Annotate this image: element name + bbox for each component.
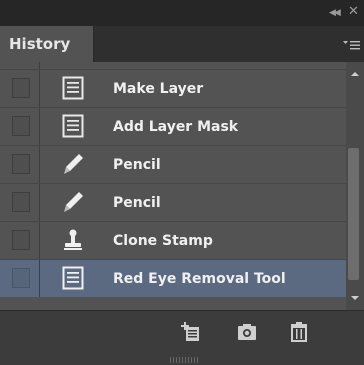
row-divider xyxy=(39,222,40,259)
history-item-label: Clone Stamp xyxy=(113,233,213,249)
resize-grip[interactable] xyxy=(170,357,198,363)
panel-menu-icon[interactable] xyxy=(343,40,361,50)
panel-footer xyxy=(0,310,364,365)
clone-stamp-icon xyxy=(64,229,82,250)
history-item[interactable]: Pencil xyxy=(0,183,346,221)
row-divider xyxy=(39,146,40,183)
row-divider xyxy=(39,108,40,145)
history-item-label: Pencil xyxy=(113,157,161,173)
history-list: Make Layer Add Layer Mask Pencil Pencil xyxy=(0,62,346,310)
history-item[interactable]: Pencil xyxy=(0,145,346,183)
panel-titlebar: ◀◀ ✕ xyxy=(0,0,364,26)
history-item-label: Add Layer Mask xyxy=(113,119,239,135)
document-icon xyxy=(62,114,84,138)
snapshot-source-checkbox[interactable] xyxy=(12,154,30,174)
snapshot-source-checkbox[interactable] xyxy=(12,268,30,288)
row-divider xyxy=(39,62,40,69)
history-item[interactable]: Clone Stamp xyxy=(0,221,346,259)
tab-history[interactable]: History xyxy=(0,26,94,62)
tab-bar: History xyxy=(0,26,364,63)
snapshot-source-checkbox[interactable] xyxy=(12,230,30,250)
pencil-icon xyxy=(64,154,83,174)
camera-icon[interactable] xyxy=(236,321,258,343)
row-divider xyxy=(39,70,40,107)
snapshot-source-checkbox[interactable] xyxy=(12,192,30,212)
document-icon xyxy=(62,76,84,100)
document-icon xyxy=(62,266,84,290)
history-item[interactable]: Make Layer xyxy=(0,69,346,107)
snapshot-source-checkbox[interactable] xyxy=(12,78,30,98)
history-item[interactable] xyxy=(0,62,346,69)
snapshot-source-checkbox[interactable] xyxy=(12,116,30,136)
scroll-down-arrow-icon[interactable] xyxy=(351,296,359,300)
double-chevron-left-icon[interactable]: ◀◀ xyxy=(329,7,343,19)
history-item[interactable]: Add Layer Mask xyxy=(0,107,346,145)
history-item-selected[interactable]: Red Eye Removal Tool xyxy=(0,259,346,297)
new-document-from-state-button[interactable] xyxy=(180,321,202,343)
history-item-label: Pencil xyxy=(113,195,161,211)
row-divider xyxy=(39,184,40,221)
scroll-up-arrow-icon[interactable] xyxy=(351,72,359,76)
pencil-icon xyxy=(64,192,83,212)
history-item-label: Red Eye Removal Tool xyxy=(113,271,286,287)
close-icon[interactable]: ✕ xyxy=(348,5,362,19)
trash-icon[interactable] xyxy=(288,321,310,343)
row-divider xyxy=(39,260,40,297)
history-scrollbar[interactable] xyxy=(346,62,364,310)
history-item-label: Make Layer xyxy=(113,81,204,97)
scrollbar-thumb[interactable] xyxy=(348,148,359,280)
